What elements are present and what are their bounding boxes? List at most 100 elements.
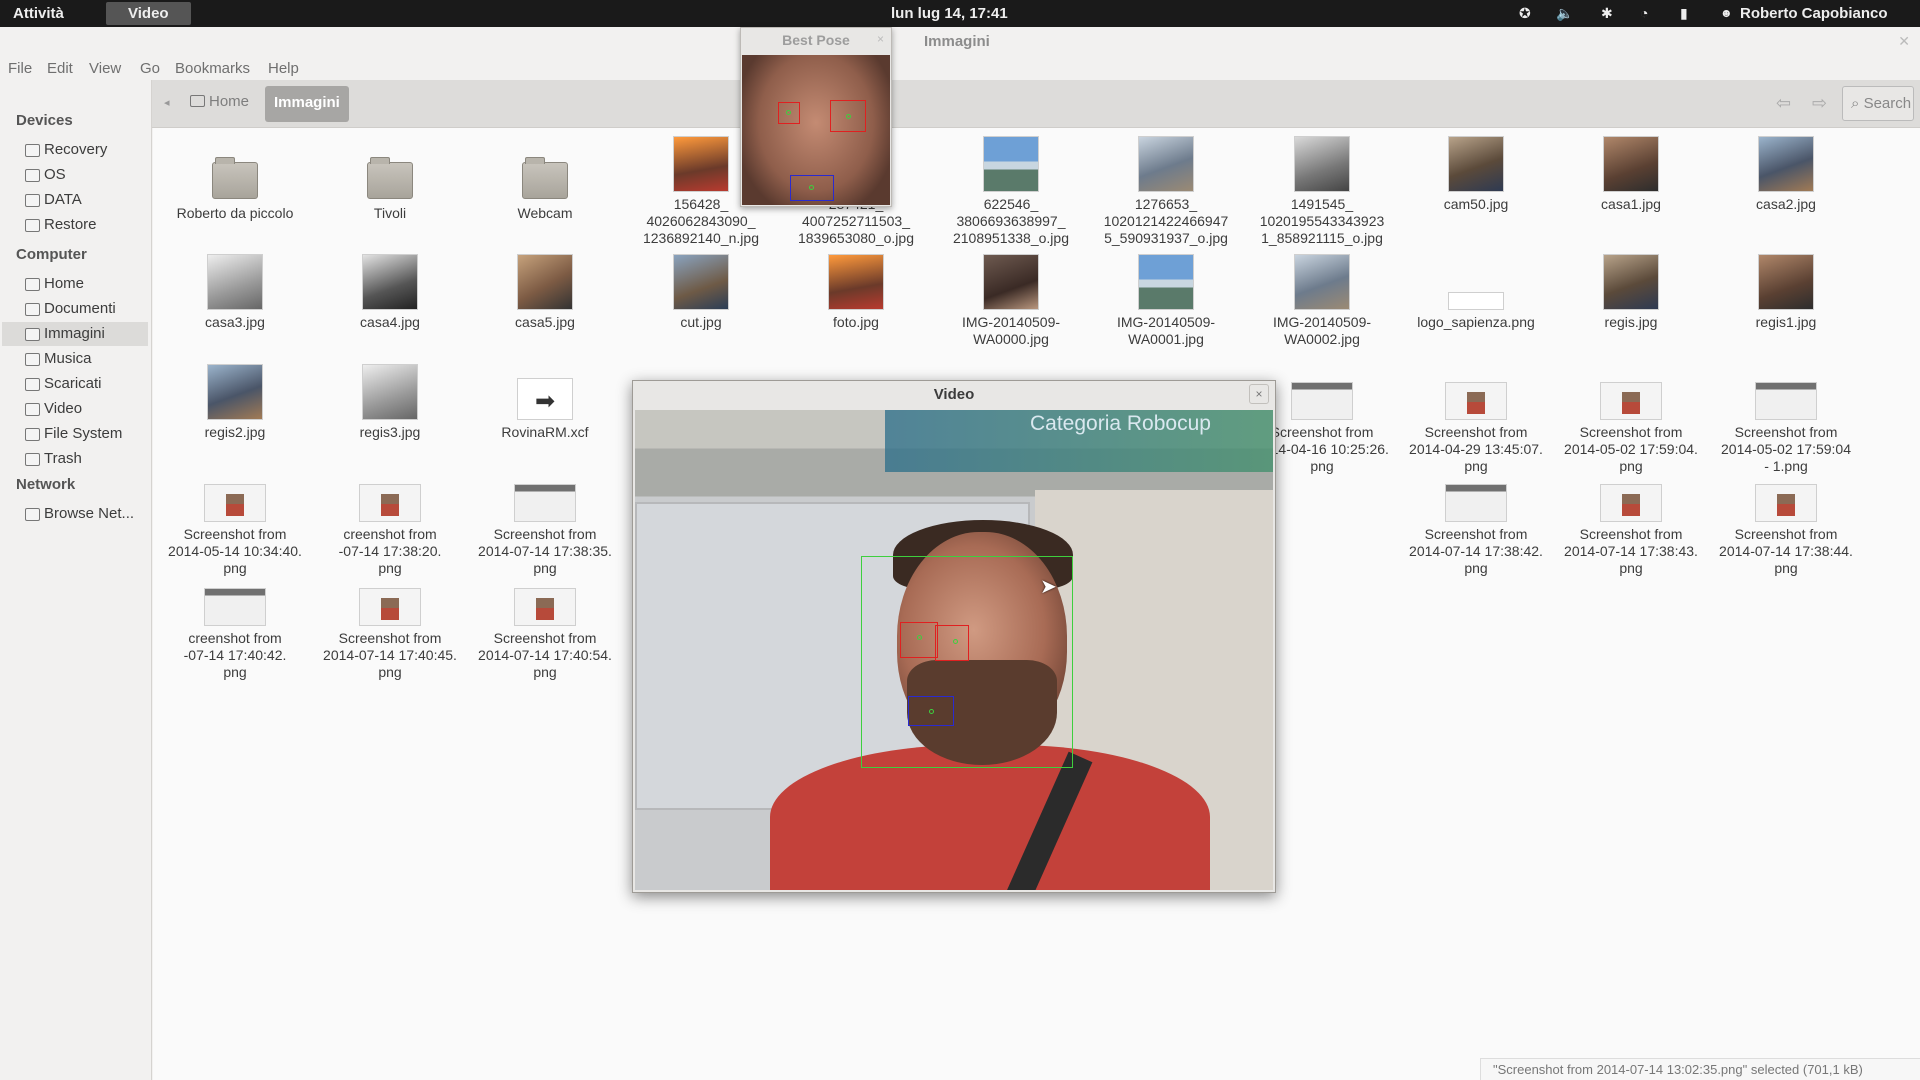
- file-item[interactable]: Screenshot from 2014-05-02 17:59:04 - 1.…: [1706, 364, 1866, 475]
- battery-icon[interactable]: ▮: [1680, 5, 1688, 22]
- sidebar-item-musica[interactable]: Musica: [2, 347, 148, 371]
- file-item[interactable]: IMG-20140509- WA0001.jpg: [1086, 254, 1246, 348]
- close-icon[interactable]: ×: [1249, 384, 1269, 404]
- image-thumbnail: [1138, 136, 1194, 192]
- file-item[interactable]: regis.jpg: [1551, 254, 1711, 331]
- breadcrumb-current[interactable]: Immagini: [265, 86, 349, 122]
- file-item-label: Webcam: [517, 205, 573, 221]
- network-icon: [25, 508, 40, 521]
- file-item[interactable]: IMG-20140509- WA0000.jpg: [931, 254, 1091, 348]
- file-item[interactable]: RovinaRM.xcf: [465, 364, 625, 441]
- file-item[interactable]: Roberto da piccolo: [155, 157, 315, 222]
- sidebar-item-restore[interactable]: Restore: [2, 213, 148, 237]
- left-eye-center: [917, 635, 922, 640]
- home-folder-icon: [190, 95, 205, 107]
- file-item[interactable]: cam50.jpg: [1396, 136, 1556, 213]
- sidebar-item-video[interactable]: Video: [2, 397, 148, 421]
- search-button[interactable]: ⌕ Search: [1842, 86, 1914, 121]
- file-item[interactable]: regis1.jpg: [1706, 254, 1866, 331]
- file-item-label: regis2.jpg: [204, 424, 266, 440]
- file-item[interactable]: 622546_ 3806693638997_ 2108951338_o.jpg: [931, 136, 1091, 247]
- image-thumbnail: [828, 254, 884, 310]
- location-toolbar: ◂ Home Immagini ⇦ ⇨ ⌕ Search: [152, 80, 1920, 128]
- menu-view[interactable]: View: [89, 60, 121, 77]
- sidebar-item-data[interactable]: DATA: [2, 188, 148, 212]
- drive-icon: [25, 194, 40, 207]
- close-icon[interactable]: ✕: [1898, 33, 1910, 50]
- file-item[interactable]: casa5.jpg: [465, 254, 625, 331]
- sidebar-item-file-system[interactable]: File System: [2, 422, 148, 446]
- image-thumbnail: [1448, 136, 1504, 192]
- file-item[interactable]: 1276653_ 1020121422466947 5_590931937_o.…: [1086, 136, 1246, 247]
- file-item[interactable]: Webcam: [465, 157, 625, 222]
- sidebar-item-trash[interactable]: Trash: [2, 447, 148, 471]
- user-menu[interactable]: Roberto Capobianco: [1740, 5, 1888, 22]
- file-item[interactable]: IMG-20140509- WA0002.jpg: [1242, 254, 1402, 348]
- menu-bookmarks[interactable]: Bookmarks: [175, 60, 250, 77]
- bluetooth-icon[interactable]: ✱: [1601, 5, 1613, 22]
- file-item[interactable]: casa4.jpg: [310, 254, 470, 331]
- sidebar-item-label: Immagini: [44, 325, 105, 342]
- file-item[interactable]: casa3.jpg: [155, 254, 315, 331]
- mouse-pointer-icon: ➤: [1040, 576, 1057, 598]
- file-item[interactable]: Screenshot from 2014-07-14 17:40:45. png: [310, 570, 470, 681]
- best-pose-title: Best Pose: [782, 32, 850, 48]
- file-item[interactable]: Screenshot from 2014-07-14 17:38:44. png: [1706, 466, 1866, 577]
- sidebar-item-browse-network[interactable]: Browse Net...: [2, 502, 148, 526]
- forward-arrow-icon[interactable]: ⇨: [1812, 93, 1827, 114]
- sidebar-item-home[interactable]: Home: [2, 272, 148, 296]
- file-item-label: cam50.jpg: [1443, 196, 1509, 212]
- video-window[interactable]: Video × Categoria Robocup: [632, 380, 1276, 893]
- menu-file[interactable]: File: [8, 60, 32, 77]
- file-item[interactable]: creenshot from -07-14 17:38:20. png: [310, 466, 470, 577]
- clock[interactable]: lun lug 14, 17:41: [891, 5, 1008, 22]
- sidebar-item-scaricati[interactable]: Scaricati: [2, 372, 148, 396]
- file-item[interactable]: foto.jpg: [776, 254, 936, 331]
- screenshot-thumbnail: [514, 588, 576, 626]
- file-item[interactable]: regis3.jpg: [310, 364, 470, 441]
- sidebar-item-recovery[interactable]: Recovery: [2, 138, 148, 162]
- file-item[interactable]: regis2.jpg: [155, 364, 315, 441]
- file-item[interactable]: 1491545_ 1020195543343923 1_858921115_o.…: [1242, 136, 1402, 247]
- file-item[interactable]: Screenshot from 2014-07-14 17:38:42. png: [1396, 466, 1556, 577]
- menu-edit[interactable]: Edit: [47, 60, 73, 77]
- file-item-label: IMG-20140509- WA0000.jpg: [961, 314, 1061, 347]
- menu-go[interactable]: Go: [140, 60, 160, 77]
- image-thumbnail: [1758, 254, 1814, 310]
- best-pose-window[interactable]: Best Pose ×: [740, 27, 892, 207]
- file-item[interactable]: Screenshot from 2014-05-14 10:34:40. png: [155, 466, 315, 577]
- places-sidebar: Devices Recovery OS DATA Restore Compute…: [0, 80, 152, 1080]
- file-item[interactable]: casa1.jpg: [1551, 136, 1711, 213]
- sidebar-item-immagini[interactable]: Immagini: [2, 322, 148, 346]
- file-item[interactable]: logo_sapienza.png: [1396, 254, 1556, 331]
- volume-icon[interactable]: 🔈: [1556, 5, 1573, 22]
- file-item[interactable]: casa2.jpg: [1706, 136, 1866, 213]
- file-item[interactable]: Screenshot from 2014-05-02 17:59:04. png: [1551, 364, 1711, 475]
- drive-icon: [25, 144, 40, 157]
- sidebar-item-os[interactable]: OS: [2, 163, 148, 187]
- file-item-label: casa3.jpg: [205, 314, 265, 330]
- files-titlebar[interactable]: Immagini ✕: [0, 27, 1920, 57]
- wifi-icon[interactable]: ◔: [1640, 5, 1648, 21]
- file-item[interactable]: Screenshot from 2014-07-14 17:38:35. png: [465, 466, 625, 577]
- file-item[interactable]: Tivoli: [310, 157, 470, 222]
- sidebar-item-documenti[interactable]: Documenti: [2, 297, 148, 321]
- sidebar-heading-devices: Devices: [16, 112, 73, 129]
- breadcrumb-scroll-left-icon[interactable]: ◂: [164, 96, 170, 109]
- app-menu-button[interactable]: Video: [106, 2, 191, 25]
- file-item-label: cut.jpg: [680, 314, 722, 330]
- right-eye-box: [935, 625, 969, 661]
- accessibility-icon[interactable]: ✪: [1519, 5, 1531, 22]
- menu-help[interactable]: Help: [268, 60, 299, 77]
- breadcrumb-home[interactable]: Home: [190, 93, 249, 110]
- image-thumbnail: [983, 136, 1039, 192]
- file-item[interactable]: cut.jpg: [621, 254, 781, 331]
- file-item[interactable]: Screenshot from 2014-07-14 17:40:54. png: [465, 570, 625, 681]
- activities-button[interactable]: Attività: [13, 5, 64, 22]
- file-item-label: casa2.jpg: [1756, 196, 1816, 212]
- file-item[interactable]: Screenshot from 2014-07-14 17:38:43. png: [1551, 466, 1711, 577]
- back-arrow-icon[interactable]: ⇦: [1776, 93, 1791, 114]
- close-icon[interactable]: ×: [877, 32, 884, 46]
- file-item[interactable]: creenshot from -07-14 17:40:42. png: [155, 570, 315, 681]
- file-item[interactable]: Screenshot from 2014-04-29 13:45:07. png: [1396, 364, 1556, 475]
